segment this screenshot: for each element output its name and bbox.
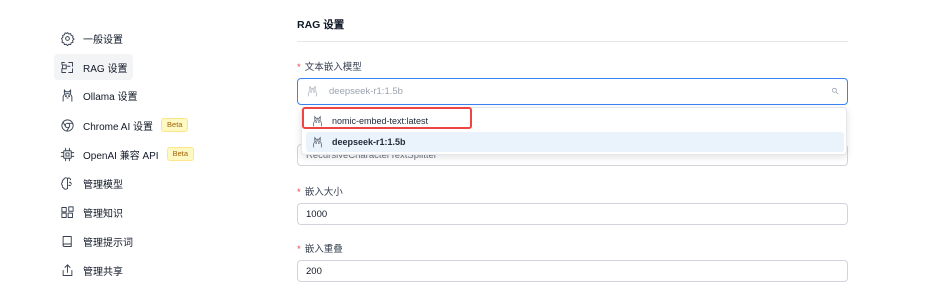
sidebar-item-label: Chrome AI 设置 [83, 121, 154, 133]
ollama-llama-icon [59, 87, 75, 103]
option-nomic-embed-text[interactable]: nomic-embed-text:latest [306, 111, 844, 131]
blocks-icon [59, 204, 75, 220]
chunk-overlap-label-text: 嵌入重叠 [304, 244, 343, 255]
required-mark: * [297, 62, 301, 73]
sidebar-item-rag[interactable]: RAG 设置 [54, 54, 133, 80]
sidebar-item-label: Ollama 设置 [83, 91, 138, 103]
settings-gear-icon [59, 30, 75, 46]
ollama-llama-icon [311, 115, 324, 128]
book-icon [59, 233, 75, 249]
option-label: nomic-embed-text:latest [332, 116, 429, 126]
divider [297, 41, 848, 42]
embedding-model-label-text: 文本嵌入模型 [304, 62, 362, 73]
sidebar-item-label: 管理提示词 [83, 237, 133, 249]
sidebar-item-chrome-ai[interactable]: Chrome AI 设置 Beta [54, 112, 189, 138]
sidebar-item-label: RAG 设置 [83, 63, 128, 75]
brain-icon [59, 175, 75, 191]
chunk-size-input[interactable]: 1000 [297, 203, 848, 225]
sidebar-item-general[interactable]: 一般设置 [54, 25, 123, 51]
sidebar-item-manage-knowledge[interactable]: 管理知识 [54, 199, 123, 225]
chunk-overlap-label: * 嵌入重叠 [297, 241, 343, 255]
chunk-size-label-text: 嵌入大小 [304, 187, 343, 198]
rag-icon [59, 59, 75, 75]
chunk-size-label: * 嵌入大小 [297, 184, 343, 198]
required-mark: * [297, 244, 301, 255]
sidebar-item-label: 一般设置 [83, 34, 123, 46]
embedding-model-label: * 文本嵌入模型 [297, 59, 362, 73]
sidebar-item-manage-sharing[interactable]: 管理共享 [54, 257, 123, 283]
chunk-overlap-value: 200 [306, 265, 322, 277]
share-icon [59, 262, 75, 278]
option-deepseek-r1[interactable]: deepseek-r1:1.5b [306, 132, 844, 152]
chip-icon [59, 146, 75, 162]
page-title: RAG 设置 [297, 19, 345, 31]
required-mark: * [297, 187, 301, 198]
embedding-model-dropdown: nomic-embed-text:latest deepseek-r1:1.5b [301, 107, 847, 155]
ollama-llama-icon [311, 136, 324, 149]
chunk-size-value: 1000 [306, 208, 328, 220]
sidebar-item-label: 管理知识 [83, 208, 123, 220]
sidebar-item-label: OpenAI 兼容 API [83, 150, 159, 162]
chunk-overlap-input[interactable]: 200 [297, 260, 848, 282]
embedding-model-placeholder: deepseek-r1:1.5b [329, 86, 403, 97]
search-icon [831, 87, 839, 98]
sidebar-item-ollama[interactable]: Ollama 设置 [54, 82, 137, 108]
sidebar-item-label: 管理共享 [83, 266, 123, 278]
beta-badge: Beta [161, 118, 189, 132]
sidebar-item-manage-models[interactable]: 管理模型 [54, 170, 123, 196]
ollama-llama-icon [306, 85, 319, 98]
sidebar-item-manage-prompts[interactable]: 管理提示词 [54, 228, 133, 254]
option-label: deepseek-r1:1.5b [332, 137, 406, 147]
sidebar-item-label: 管理模型 [83, 179, 123, 191]
sidebar-item-openai-api[interactable]: OpenAI 兼容 API Beta [54, 141, 195, 167]
embedding-model-select[interactable]: deepseek-r1:1.5b [297, 78, 848, 105]
beta-badge: Beta [166, 147, 195, 161]
chrome-icon [59, 117, 75, 133]
